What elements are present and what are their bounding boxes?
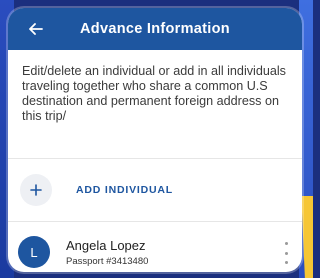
passport-number: Passport #3413480 bbox=[66, 255, 149, 267]
back-button[interactable] bbox=[24, 17, 48, 41]
plus-icon bbox=[30, 184, 42, 196]
avatar: L bbox=[18, 236, 50, 268]
add-icon-container bbox=[20, 174, 52, 206]
more-vertical-icon bbox=[284, 242, 288, 264]
page-title: Advance Information bbox=[80, 21, 230, 37]
phone-screen: Advance Information Edit/delete an indiv… bbox=[8, 8, 302, 272]
individual-info: Angela Lopez Passport #3413480 bbox=[66, 238, 148, 267]
more-options-button[interactable] bbox=[280, 242, 292, 264]
app-header: Advance Information bbox=[8, 8, 302, 50]
add-individual-button[interactable]: ADD INDIVIDUAL bbox=[8, 159, 302, 221]
list-item[interactable]: L Angela Lopez Passport #3413480 bbox=[8, 222, 302, 272]
add-individual-label: ADD INDIVIDUAL bbox=[76, 184, 173, 196]
description-text: Edit/delete an individual or add in all … bbox=[22, 64, 286, 123]
individual-name: Angela Lopez bbox=[66, 237, 146, 253]
arrow-left-icon bbox=[29, 23, 43, 35]
